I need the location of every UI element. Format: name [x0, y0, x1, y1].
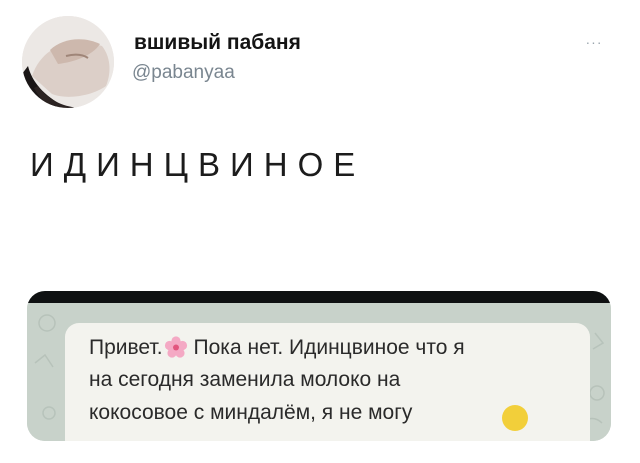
user-handle[interactable]: @pabanyaa: [132, 62, 235, 84]
avatar[interactable]: [22, 16, 114, 108]
chat-message-text: Привет.: [89, 336, 163, 359]
smiley-emoji-icon: [502, 405, 528, 431]
tweet: вшивый пабаня @pabanyaa ··· ИДИНЦВИНОЕ П…: [0, 0, 640, 463]
chat-message-line-3: кокосовое с миндалём, я не могу: [89, 401, 413, 424]
chat-message-line-2: на сегодня заменила молоко на: [89, 368, 401, 391]
more-dots-icon[interactable]: ···: [582, 35, 606, 49]
media-top-bar: [27, 291, 611, 303]
tweet-media[interactable]: Привет. Пока нет. Идинцвиное что я на сег…: [27, 291, 611, 441]
cherry-blossom-icon: [164, 336, 188, 358]
tweet-text: ИДИНЦВИНОЕ: [30, 146, 366, 183]
profile-photo: [22, 16, 114, 108]
chat-message-text: Пока нет. Идинцвиное что я: [193, 336, 465, 359]
chat-message-line-1: Привет. Пока нет. Идинцвиное что я: [89, 336, 465, 360]
display-name[interactable]: вшивый пабаня: [134, 31, 301, 55]
